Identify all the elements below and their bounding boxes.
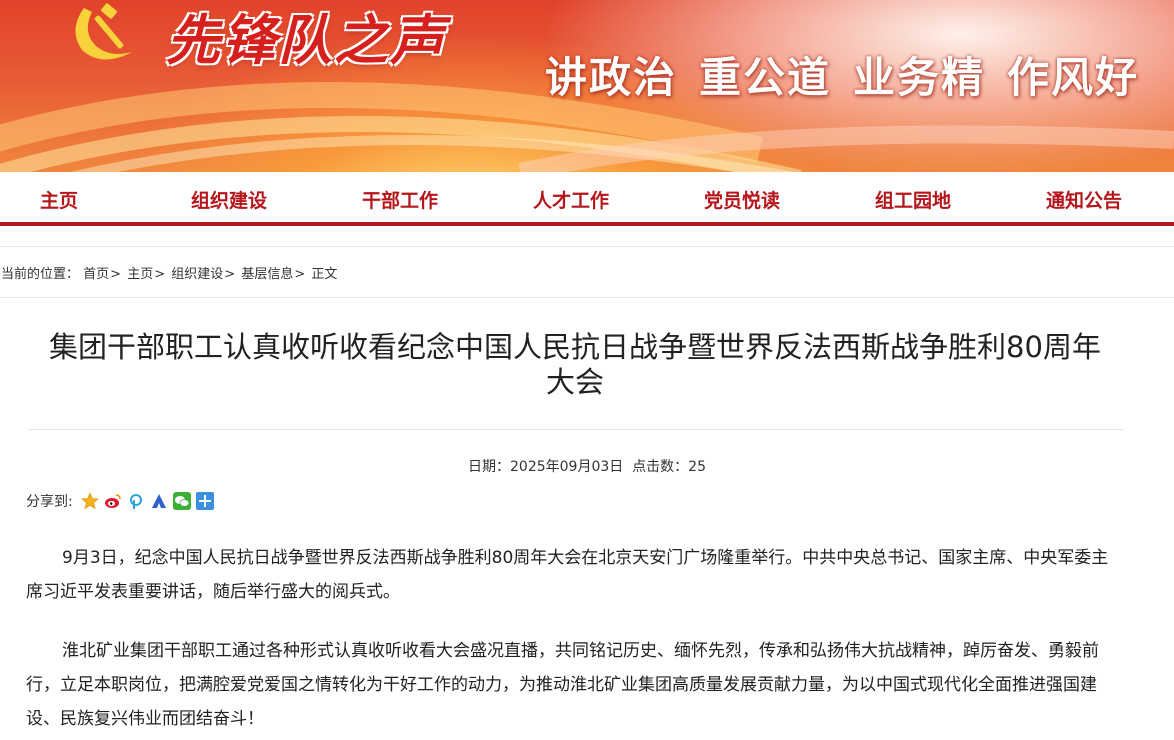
breadcrumb-divider: [0, 297, 1174, 298]
nav-item-member-reading[interactable]: 党员悦读: [704, 186, 780, 213]
baidu-icon[interactable]: [150, 492, 168, 510]
article-paragraph-2: 淮北矿业集团干部职工通过各种形式认真收听收看大会盛况直播，共同铭记历史、缅怀先烈…: [26, 641, 1099, 729]
nav-item-notices[interactable]: 通知公告: [1046, 186, 1122, 213]
slogan-1: 讲政治: [545, 53, 678, 102]
share-bar: 分享到:: [26, 491, 214, 511]
breadcrumb: 您当前的位置： 首页> 主页> 组织建设> 基层信息> 正文: [0, 263, 337, 282]
header-banner: 先锋队之声 讲政治 重公道 业务精 作风好: [0, 0, 1174, 172]
weibo-icon[interactable]: [104, 492, 122, 510]
views-label: 点击数：: [632, 459, 689, 475]
breadcrumb-link-grassroots[interactable]: 基层信息: [241, 267, 293, 282]
qzone-star-icon[interactable]: [80, 492, 99, 510]
breadcrumb-prefix: 您当前的位置：: [0, 267, 80, 282]
article-date: 2025年09月03日: [510, 459, 624, 475]
hammer-sickle-emblem-icon: [75, 3, 132, 60]
article-paragraph-1: 9月3日，纪念中国人民抗日战争暨世界反法西斯战争胜利80周年大会在北京天安门广场…: [26, 548, 1109, 602]
date-label: 日期：: [468, 459, 510, 475]
slogan-2: 重公道: [699, 53, 832, 102]
nav-item-org-garden[interactable]: 组工园地: [875, 186, 951, 213]
nav-item-cadre-work[interactable]: 干部工作: [362, 186, 438, 213]
breadcrumb-link-index[interactable]: 首页: [83, 267, 109, 282]
breadcrumb-link-organization[interactable]: 组织建设: [171, 267, 223, 282]
more-plus-icon[interactable]: [195, 492, 214, 510]
wechat-icon[interactable]: [172, 492, 191, 510]
breadcrumb-current: 正文: [311, 267, 338, 282]
main-nav: 主页 组织建设 干部工作 人才工作 党员悦读 组工园地 通知公告: [0, 172, 1174, 226]
nav-spacer: [0, 226, 1174, 247]
banner-slogan: 讲政治 重公道 业务精 作风好: [545, 44, 1161, 105]
breadcrumb-link-home[interactable]: 主页: [127, 267, 153, 282]
pengyou-icon[interactable]: [127, 492, 145, 510]
title-divider: [28, 429, 1124, 430]
article-title: 集团干部职工认真收听收看纪念中国人民抗日战争暨世界反法西斯战争胜利80周年大会: [49, 330, 1101, 399]
nav-item-organization[interactable]: 组织建设: [191, 186, 267, 213]
nav-item-talent-work[interactable]: 人才工作: [533, 186, 609, 213]
slogan-3: 业务精: [853, 53, 986, 102]
slogan-4: 作风好: [1007, 53, 1140, 102]
share-label: 分享到:: [26, 494, 73, 510]
views-count: 25: [688, 459, 706, 475]
brand-title: 先锋队之声: [166, 8, 446, 72]
article-meta: 日期：2025年09月03日 点击数：25: [0, 456, 1174, 476]
nav-item-home[interactable]: 主页: [40, 186, 78, 213]
